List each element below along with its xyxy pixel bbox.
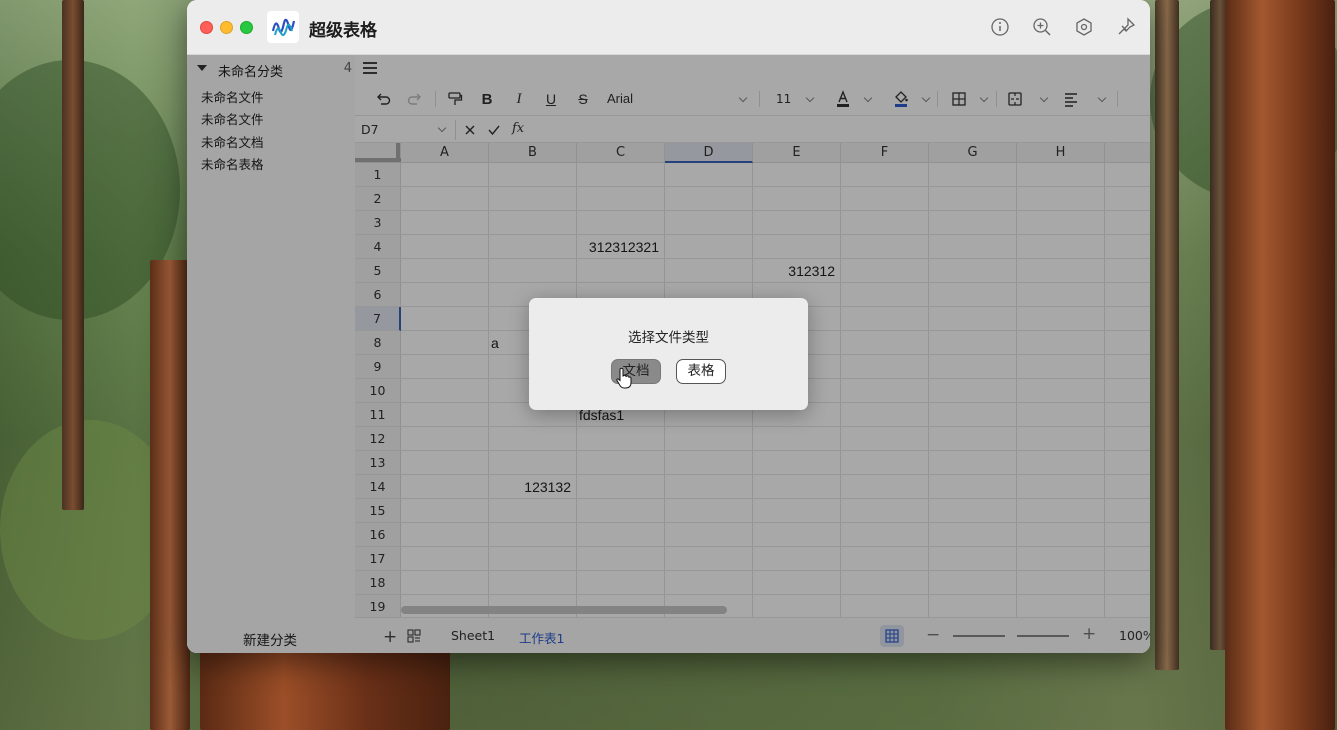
title-bar: 超级表格	[187, 0, 1150, 55]
info-icon[interactable]	[990, 17, 1010, 37]
close-window-button[interactable]	[200, 21, 213, 34]
tree-trunk	[62, 0, 84, 510]
tree-trunk	[1225, 0, 1335, 730]
app-title: 超级表格	[309, 21, 377, 41]
file-type-dialog: 选择文件类型 文档 表格	[529, 298, 808, 410]
pin-icon[interactable]	[1116, 17, 1136, 37]
maximize-window-button[interactable]	[240, 21, 253, 34]
minimize-window-button[interactable]	[220, 21, 233, 34]
tree-trunk	[200, 640, 450, 730]
tree-trunk	[1155, 0, 1179, 670]
dialog-title: 选择文件类型	[628, 330, 709, 346]
spreadsheet-type-button[interactable]: 表格	[676, 359, 726, 384]
zoom-in-icon[interactable]	[1032, 17, 1052, 37]
hand-cursor-icon	[616, 367, 632, 389]
app-logo-icon	[267, 11, 299, 43]
tree-trunk	[150, 260, 190, 730]
settings-icon[interactable]	[1074, 17, 1094, 37]
